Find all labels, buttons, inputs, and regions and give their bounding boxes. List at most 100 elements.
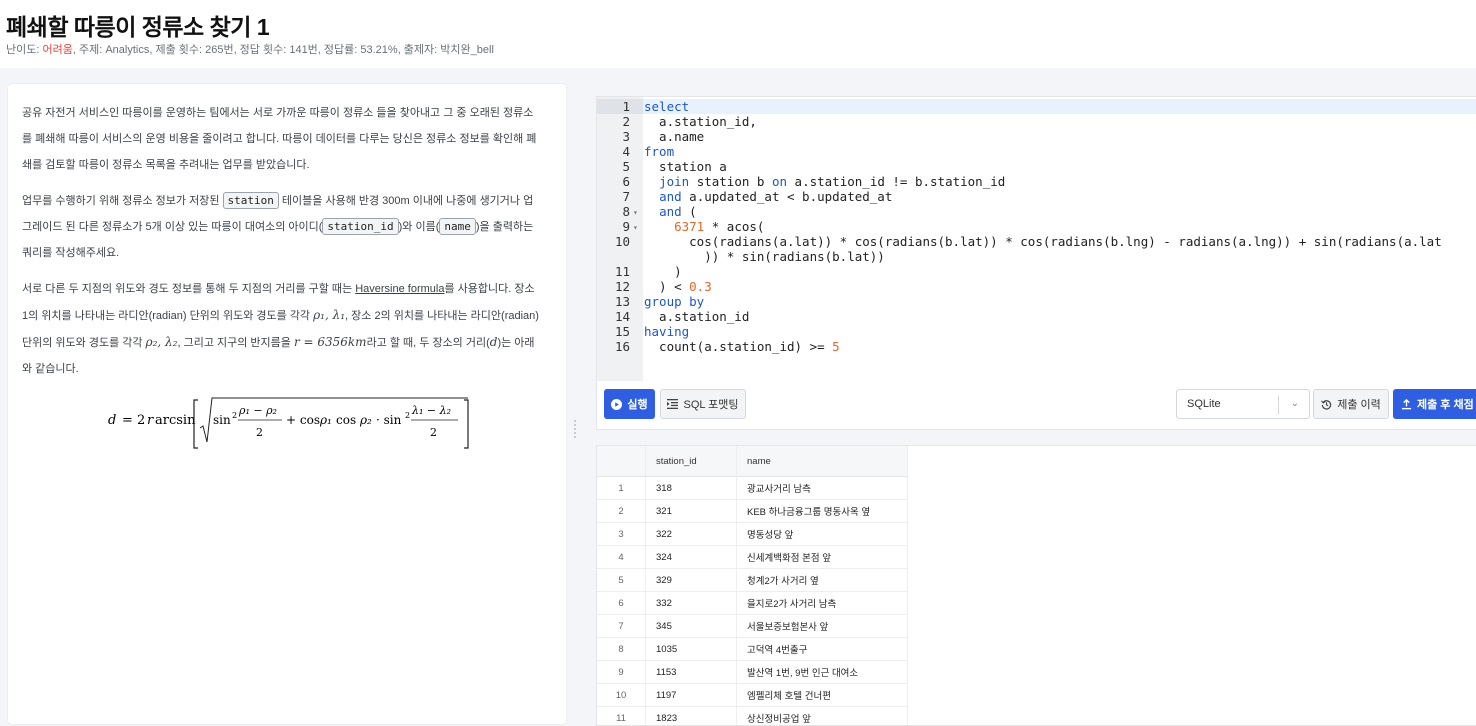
column-header-station-id[interactable]: station_id bbox=[646, 446, 737, 477]
row-number: 8 bbox=[597, 638, 646, 661]
line-number: 15 bbox=[597, 324, 630, 339]
code-line[interactable]: station a bbox=[644, 159, 727, 174]
line-number: 12 bbox=[597, 279, 630, 294]
svg-text:λ₁ − λ₂: λ₁ − λ₂ bbox=[411, 404, 451, 417]
line-number: 6 bbox=[597, 174, 630, 189]
code-station: station bbox=[223, 192, 279, 209]
table-row[interactable]: 3322명동성당 앞 bbox=[597, 523, 908, 546]
cell-name: 상신정비공업 앞 bbox=[737, 707, 908, 726]
line-number: 9 bbox=[597, 219, 630, 234]
fold-arrow-icon[interactable]: ▾ bbox=[633, 220, 638, 235]
svg-text:+ cos: + cos bbox=[286, 413, 320, 427]
problem-paragraph-2: 업무를 수행하기 위해 정류소 정보가 저장된 station 테이블을 사용해… bbox=[22, 188, 542, 266]
line-number: 8 bbox=[597, 204, 630, 219]
dialect-select[interactable]: SQLite ⌄ bbox=[1176, 389, 1310, 419]
sql-editor[interactable]: 1select2 a.station_id,3 a.name4from5 sta… bbox=[596, 96, 1476, 383]
table-row[interactable]: 111823상신정비공업 앞 bbox=[597, 707, 908, 726]
cell-station-id: 324 bbox=[646, 546, 737, 569]
page-header: 폐쇄할 따릉이 정류소 찾기 1 난이도: 어려움, 주제: Analytics… bbox=[0, 0, 1476, 68]
table-row[interactable]: 81035고덕역 4번출구 bbox=[597, 638, 908, 661]
code-name: name bbox=[439, 218, 476, 235]
table-row[interactable]: 7345서울보증보험본사 앞 bbox=[597, 615, 908, 638]
code-line[interactable]: ) < 0.3 bbox=[644, 279, 712, 294]
code-line[interactable]: ) bbox=[644, 264, 682, 279]
line-number: 13 bbox=[597, 294, 630, 309]
math-radius: r = 6356km bbox=[294, 335, 367, 349]
table-row[interactable]: 6332을지로2가 사거리 남측 bbox=[597, 592, 908, 615]
code-line[interactable]: select bbox=[644, 99, 689, 114]
math-rho2-lambda2: ρ₂, λ₂ bbox=[146, 335, 178, 349]
row-number: 6 bbox=[597, 592, 646, 615]
row-number: 4 bbox=[597, 546, 646, 569]
run-button[interactable]: 실행 bbox=[604, 389, 655, 419]
cell-station-id: 1153 bbox=[646, 661, 737, 684]
svg-text:cos: cos bbox=[336, 413, 356, 427]
code-line[interactable]: count(a.station_id) >= 5 bbox=[644, 339, 840, 354]
svg-text:ρ₁: ρ₁ bbox=[319, 413, 332, 427]
history-icon bbox=[1321, 399, 1332, 410]
haversine-link[interactable]: Haversine formula bbox=[355, 283, 444, 295]
line-number: 10 bbox=[597, 234, 630, 249]
code-line[interactable]: 6371 * acos( bbox=[644, 219, 764, 234]
table-row[interactable]: 101197엠펠리체 호텔 건너편 bbox=[597, 684, 908, 707]
cell-name: 발산역 1번, 9번 인근 대여소 bbox=[737, 661, 908, 684]
table-row[interactable]: 1318광교사거리 남측 bbox=[597, 477, 908, 500]
cell-name: 고덕역 4번출구 bbox=[737, 638, 908, 661]
row-number: 2 bbox=[597, 500, 646, 523]
cell-name: 을지로2가 사거리 남측 bbox=[737, 592, 908, 615]
play-icon bbox=[611, 399, 622, 410]
cell-station-id: 1197 bbox=[646, 684, 737, 707]
math-rho1-lambda1: ρ₁, λ₁ bbox=[313, 308, 345, 322]
code-line[interactable]: and ( bbox=[644, 204, 697, 219]
code-line[interactable]: having bbox=[644, 324, 689, 339]
code-line[interactable]: and a.updated_at < b.updated_at bbox=[644, 189, 892, 204]
svg-text:sin: sin bbox=[213, 413, 231, 427]
submission-history-button[interactable]: 제출 이력 bbox=[1313, 389, 1389, 419]
code-line[interactable]: a.station_id, bbox=[644, 114, 757, 129]
vertical-resize-handle[interactable] bbox=[572, 418, 578, 444]
code-line[interactable]: a.name bbox=[644, 129, 704, 144]
svg-text:arcsin: arcsin bbox=[155, 413, 196, 428]
fold-arrow-icon[interactable]: ▾ bbox=[633, 205, 638, 220]
row-number-header bbox=[597, 446, 646, 477]
cell-station-id: 318 bbox=[646, 477, 737, 500]
problem-paragraph-1: 공유 자전거 서비스인 따릉이를 운영하는 팀에서는 서로 가까운 따릉이 정류… bbox=[22, 100, 542, 178]
chevron-down-icon: ⌄ bbox=[1291, 398, 1299, 409]
table-row[interactable]: 5329청계2가 사거리 옆 bbox=[597, 569, 908, 592]
results-table: station_id name 1318광교사거리 남측2321KEB 하나금융… bbox=[597, 446, 908, 726]
cell-name: 청계2가 사거리 옆 bbox=[737, 569, 908, 592]
svg-text:2: 2 bbox=[232, 411, 237, 420]
page-title: 폐쇄할 따릉이 정류소 찾기 1 bbox=[6, 8, 269, 42]
svg-text:2: 2 bbox=[430, 426, 437, 439]
svg-text:2: 2 bbox=[256, 426, 263, 439]
editor-toolbar: 실행 SQL 포맷팅 SQLite ⌄ 제출 이력 제출 후 채점 bbox=[596, 381, 1476, 430]
table-row[interactable]: 4324신세계백화점 본점 앞 bbox=[597, 546, 908, 569]
code-line[interactable]: a.station_id bbox=[644, 309, 749, 324]
format-indent-icon bbox=[667, 399, 678, 409]
code-line[interactable]: group by bbox=[644, 294, 704, 309]
code-line[interactable]: cos(radians(a.lat)) * cos(radians(b.lat)… bbox=[644, 234, 1442, 249]
table-row[interactable]: 2321KEB 하나금융그룹 명동사옥 옆 bbox=[597, 500, 908, 523]
results-panel: station_id name 1318광교사거리 남측2321KEB 하나금융… bbox=[596, 445, 1476, 726]
cell-name: KEB 하나금융그룹 명동사옥 옆 bbox=[737, 500, 908, 523]
svg-text:2: 2 bbox=[405, 411, 410, 420]
difficulty-label: 난이도: bbox=[6, 44, 39, 56]
line-number: 5 bbox=[597, 159, 630, 174]
table-header-row: station_id name bbox=[597, 446, 908, 477]
row-number: 3 bbox=[597, 523, 646, 546]
code-line[interactable]: join station b on a.station_id != b.stat… bbox=[644, 174, 1005, 189]
column-header-name[interactable]: name bbox=[737, 446, 908, 477]
table-row[interactable]: 91153발산역 1번, 9번 인근 대여소 bbox=[597, 661, 908, 684]
line-number: 14 bbox=[597, 309, 630, 324]
row-number: 1 bbox=[597, 477, 646, 500]
submit-grade-button[interactable]: 제출 후 채점 bbox=[1393, 389, 1476, 419]
horizontal-resize-handle[interactable] bbox=[1030, 434, 1056, 440]
sql-format-button[interactable]: SQL 포맷팅 bbox=[660, 389, 746, 419]
cell-name: 서울보증보험본사 앞 bbox=[737, 615, 908, 638]
code-line[interactable]: from bbox=[644, 144, 674, 159]
row-number: 10 bbox=[597, 684, 646, 707]
formula-lhs: d bbox=[108, 413, 116, 428]
cell-station-id: 1823 bbox=[646, 707, 737, 726]
cell-name: 신세계백화점 본점 앞 bbox=[737, 546, 908, 569]
code-line[interactable]: )) * sin(radians(b.lat)) bbox=[644, 249, 885, 264]
